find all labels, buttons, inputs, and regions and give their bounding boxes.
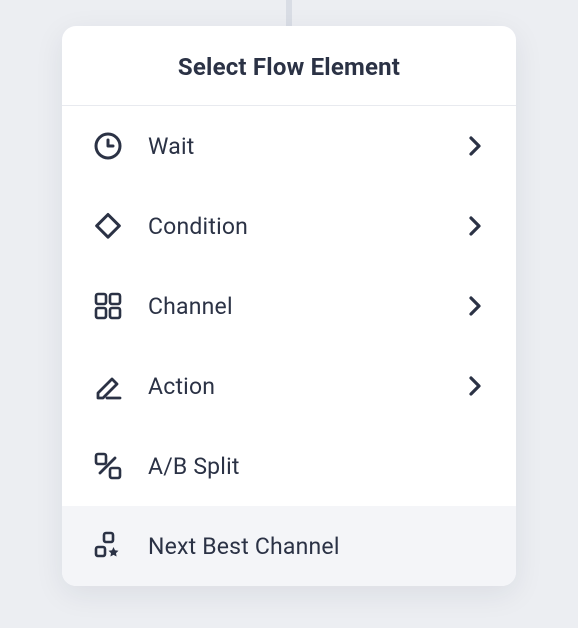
flow-item-channel[interactable]: Channel <box>62 266 516 346</box>
flow-item-label: Action <box>148 373 464 400</box>
card-title: Select Flow Element <box>82 53 496 81</box>
chevron-right-icon <box>464 135 486 157</box>
clock-icon <box>92 130 124 162</box>
grid-icon <box>92 290 124 322</box>
flow-item-condition[interactable]: Condition <box>62 186 516 266</box>
flow-element-list: Wait Condition <box>62 106 516 586</box>
flow-item-label: Condition <box>148 213 464 240</box>
pencil-icon <box>92 370 124 402</box>
flow-item-label: A/B Split <box>148 453 486 480</box>
chevron-right-icon <box>464 375 486 397</box>
card-header: Select Flow Element <box>62 26 516 106</box>
diamond-icon <box>92 210 124 242</box>
flow-item-ab-split[interactable]: A/B Split <box>62 426 516 506</box>
flow-item-label: Channel <box>148 293 464 320</box>
flow-item-next-best-channel[interactable]: Next Best Channel <box>62 506 516 586</box>
flow-item-wait[interactable]: Wait <box>62 106 516 186</box>
ab-split-icon <box>92 450 124 482</box>
next-best-channel-icon <box>92 530 124 562</box>
flow-item-label: Next Best Channel <box>148 533 486 560</box>
flow-item-action[interactable]: Action <box>62 346 516 426</box>
flow-item-label: Wait <box>148 133 464 160</box>
select-flow-element-card: Select Flow Element Wait <box>62 26 516 586</box>
chevron-right-icon <box>464 295 486 317</box>
chevron-right-icon <box>464 215 486 237</box>
